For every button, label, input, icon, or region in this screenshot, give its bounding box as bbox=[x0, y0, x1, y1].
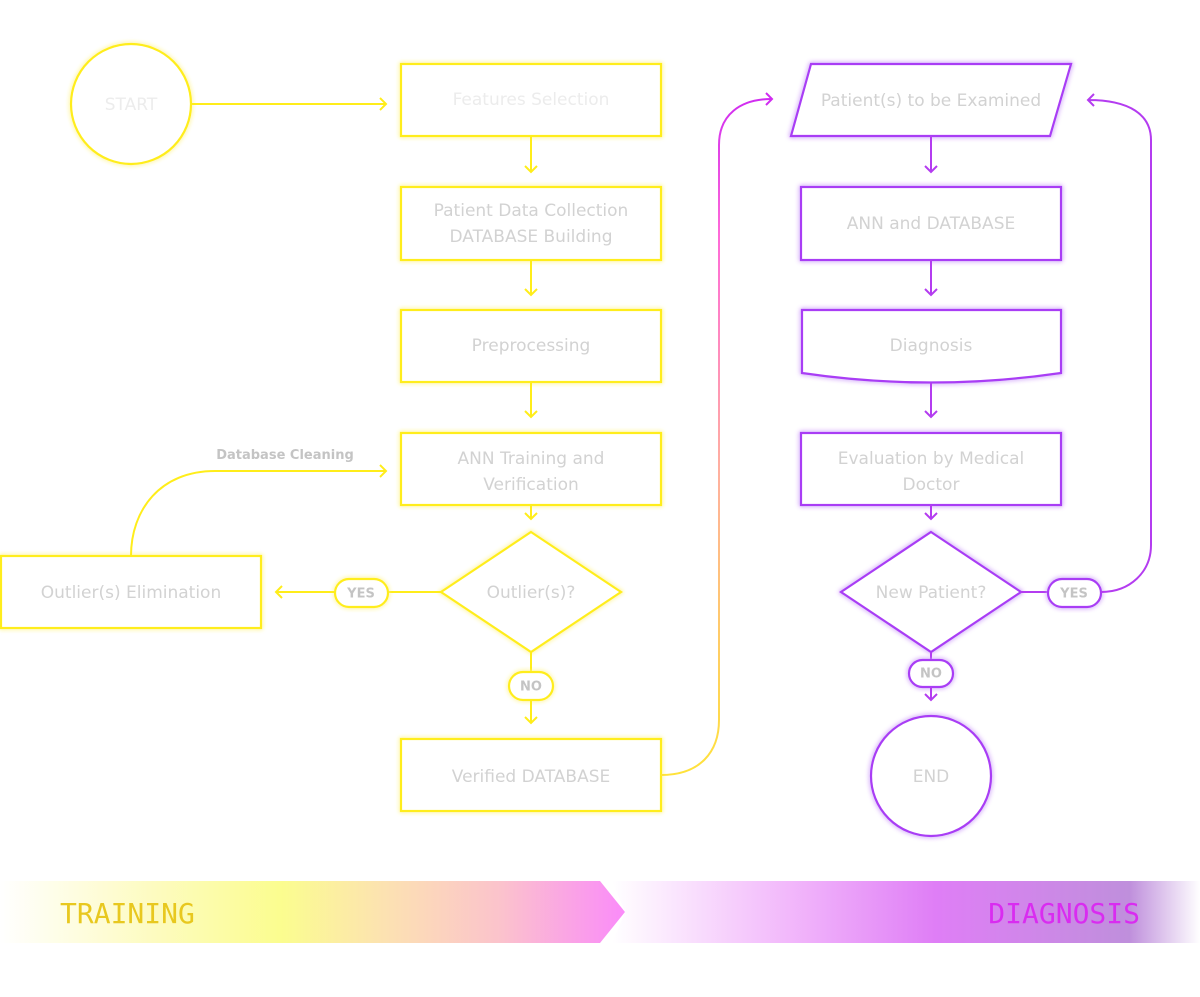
edge-patients-ann bbox=[924, 136, 938, 174]
edge-features-collection bbox=[524, 136, 538, 174]
features-selection-label: Features Selection bbox=[453, 90, 610, 110]
no-pill-diagnosis: NO bbox=[907, 658, 955, 689]
yes-pill-training: YES bbox=[333, 577, 390, 609]
diagnosis-label: Diagnosis bbox=[890, 336, 973, 356]
end-node[interactable]: END bbox=[869, 714, 993, 838]
ann-training-label-line2: Verification bbox=[483, 475, 579, 495]
features-selection-node[interactable]: Features Selection bbox=[399, 62, 663, 138]
edge-no-end bbox=[924, 687, 938, 702]
edge-ann-diagnosis bbox=[924, 260, 938, 297]
ann-training-label-line1: ANN Training and bbox=[458, 449, 605, 469]
database-cleaning-label: Database Cleaning bbox=[216, 448, 354, 463]
flowchart: START Features Selection Patient Data Co… bbox=[0, 42, 1200, 943]
yes-pill-diagnosis: YES bbox=[1046, 577, 1103, 609]
phase-band: TRAINING DIAGNOSIS bbox=[0, 881, 1200, 943]
edge-yes-loop-patients bbox=[1086, 93, 1152, 593]
evaluation-label-line1: Evaluation by Medical bbox=[838, 449, 1025, 469]
start-label: START bbox=[105, 95, 158, 115]
edge-database-cleaning bbox=[130, 464, 388, 557]
edge-ann-outliers bbox=[524, 505, 538, 521]
ann-training-node[interactable]: ANN Training and Verification bbox=[399, 431, 663, 507]
data-collection-node[interactable]: Patient Data Collection DATABASE Buildin… bbox=[399, 185, 663, 262]
yes-label: YES bbox=[1059, 587, 1088, 602]
no-label: NO bbox=[520, 680, 542, 695]
preprocessing-label: Preprocessing bbox=[472, 336, 591, 356]
edge-evaluation-newpatient bbox=[924, 505, 938, 521]
patients-input-node[interactable]: Patient(s) to be Examined bbox=[789, 62, 1073, 138]
verified-database-node[interactable]: Verified DATABASE bbox=[399, 737, 663, 813]
data-collection-label-line1: Patient Data Collection bbox=[434, 201, 629, 221]
diagnosis-phase-label: DIAGNOSIS bbox=[988, 897, 1140, 930]
evaluation-node[interactable]: Evaluation by Medical Doctor bbox=[799, 431, 1063, 507]
ann-database-node[interactable]: ANN and DATABASE bbox=[799, 185, 1063, 262]
outliers-elimination-label: Outlier(s) Elimination bbox=[41, 583, 221, 603]
edge-collection-preprocessing bbox=[524, 260, 538, 297]
no-label: NO bbox=[920, 667, 942, 682]
edge-verified-to-patients bbox=[660, 98, 773, 776]
training-flow: START Features Selection Patient Data Co… bbox=[0, 42, 663, 813]
diagnosis-flow: Patient(s) to be Examined ANN and DATABA… bbox=[789, 62, 1152, 838]
training-phase-label: TRAINING bbox=[60, 897, 195, 930]
evaluation-label-line2: Doctor bbox=[903, 475, 960, 495]
new-patient-label: New Patient? bbox=[876, 583, 987, 603]
no-pill-training: NO bbox=[507, 670, 555, 702]
outliers-elimination-node[interactable]: Outlier(s) Elimination bbox=[0, 554, 263, 630]
preprocessing-node[interactable]: Preprocessing bbox=[399, 308, 663, 384]
start-node[interactable]: START bbox=[69, 42, 193, 166]
patients-input-label: Patient(s) to be Examined bbox=[821, 91, 1041, 111]
yes-label: YES bbox=[346, 587, 375, 602]
edge-preprocessing-ann bbox=[524, 382, 538, 419]
edge-no-verified bbox=[524, 700, 538, 725]
diagnosis-node[interactable]: Diagnosis bbox=[800, 308, 1063, 384]
new-patient-decision-node[interactable]: New Patient? bbox=[839, 530, 1023, 654]
edge-diagnosis-evaluation bbox=[924, 383, 938, 419]
ann-database-label: ANN and DATABASE bbox=[847, 214, 1015, 234]
outliers-decision-node[interactable]: Outlier(s)? bbox=[439, 530, 623, 654]
end-label: END bbox=[913, 767, 950, 787]
data-collection-label-line2: DATABASE Building bbox=[450, 227, 613, 247]
verified-database-label: Verified DATABASE bbox=[452, 767, 610, 787]
outliers-decision-label: Outlier(s)? bbox=[487, 583, 576, 603]
edge-yes-elimination bbox=[274, 585, 335, 599]
